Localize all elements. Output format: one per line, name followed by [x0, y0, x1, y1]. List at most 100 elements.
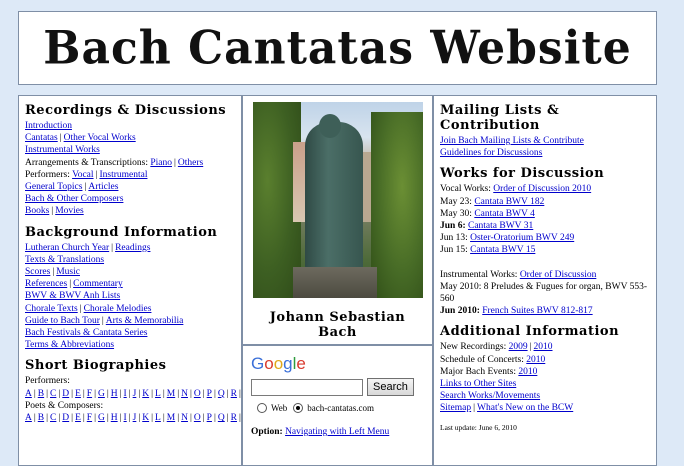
works-link[interactable]: Oster-Oratorium BWV 249	[470, 233, 574, 243]
label-major-events: Major Bach Events:	[440, 366, 516, 377]
composers-letter-c[interactable]: C	[50, 413, 56, 423]
composers-letter-k[interactable]: K	[142, 413, 149, 423]
link-instrumental-works[interactable]: Instrumental Works	[25, 145, 100, 155]
performers-letter-f[interactable]: F	[87, 389, 92, 399]
performers-letter-p[interactable]: P	[207, 389, 212, 399]
link-whats-new[interactable]: What's New on the BCW	[477, 403, 573, 413]
label-new-recordings: New Recordings:	[440, 342, 507, 353]
link-cantatas[interactable]: Cantatas	[25, 133, 58, 143]
composers-letter-i[interactable]: I	[124, 413, 127, 423]
link-movies[interactable]: Movies	[55, 206, 84, 216]
radio-site[interactable]	[293, 403, 304, 413]
performers-letter-m[interactable]: M	[167, 389, 175, 399]
performers-letter-d[interactable]: D	[62, 389, 69, 399]
link-music[interactable]: Music	[56, 267, 80, 277]
link-scores[interactable]: Scores	[25, 267, 50, 277]
link-search-works[interactable]: Search Works/Movements	[440, 391, 540, 401]
link-introduction[interactable]: Introduction	[25, 121, 72, 131]
composers-letter-b[interactable]: B	[38, 413, 44, 423]
option-label: Option:	[251, 427, 283, 437]
link-sitemap[interactable]: Sitemap	[440, 403, 471, 413]
performers-letter-o[interactable]: O	[194, 389, 201, 399]
link-terms-abbreviations[interactable]: Terms & Abbreviations	[25, 340, 114, 350]
composers-letter-r[interactable]: R	[231, 413, 237, 423]
composers-letter-a[interactable]: A	[25, 413, 32, 423]
last-update: Last update: June 6, 2010	[440, 422, 517, 432]
performers-letter-l[interactable]: L	[155, 389, 161, 399]
portrait-panel: Johann Sebastian Bach	[242, 95, 433, 345]
performers-letter-j[interactable]: J	[133, 389, 137, 399]
works-link[interactable]: Cantata BWV 4	[474, 209, 535, 219]
composers-letter-h[interactable]: H	[111, 413, 118, 423]
works-link[interactable]: Cantata BWV 31	[468, 221, 533, 231]
link-lutheran-church-year[interactable]: Lutheran Church Year	[25, 243, 109, 253]
link-readings[interactable]: Readings	[115, 243, 150, 253]
section-heading-background: Background Information	[25, 224, 218, 240]
works-list-item: Jun 15: Cantata BWV 15	[440, 244, 650, 256]
link-bach-other-composers[interactable]: Bach & Other Composers	[25, 194, 123, 204]
works-link[interactable]: Cantata BWV 182	[474, 197, 544, 207]
link-chorale-melodies[interactable]: Chorale Melodies	[84, 304, 152, 314]
search-button[interactable]: Search	[367, 378, 414, 396]
link-guide-bach-tour[interactable]: Guide to Bach Tour	[25, 316, 100, 326]
radio-web-label: Web	[271, 403, 288, 413]
performers-letter-h[interactable]: H	[111, 389, 118, 399]
performers-letter-g[interactable]: G	[98, 389, 105, 399]
performers-letter-a[interactable]: A	[25, 389, 32, 399]
link-order-discussion-2010[interactable]: Order of Discussion 2010	[493, 184, 591, 194]
radio-web[interactable]	[257, 403, 267, 413]
performers-letter-b[interactable]: B	[38, 389, 44, 399]
link-other-sites[interactable]: Links to Other Sites	[440, 379, 516, 389]
composers-letter-d[interactable]: D	[62, 413, 69, 423]
performers-letter-r[interactable]: R	[231, 389, 237, 399]
link-new-rec-2009[interactable]: 2009	[509, 342, 528, 352]
link-piano[interactable]: Piano	[150, 158, 172, 168]
performers-letter-n[interactable]: N	[181, 389, 188, 399]
section-heading-mailing: Mailing Lists & Contribution	[440, 103, 560, 133]
link-bwv-lists[interactable]: BWV & BWV Anh Lists	[25, 291, 120, 301]
link-new-rec-2010[interactable]: 2010	[534, 342, 553, 352]
composers-letter-l[interactable]: L	[155, 413, 161, 423]
link-arts-memorabilia[interactable]: Arts & Memorabilia	[106, 316, 184, 326]
composers-letter-j[interactable]: J	[133, 413, 137, 423]
link-commentary[interactable]: Commentary	[73, 279, 123, 289]
works-list-item: Jun 6: Cantata BWV 31	[440, 220, 650, 232]
composers-letter-g[interactable]: G	[98, 413, 105, 423]
composers-letter-o[interactable]: O	[194, 413, 201, 423]
performers-letter-e[interactable]: E	[75, 389, 81, 399]
composers-letter-e[interactable]: E	[75, 413, 81, 423]
performers-letter-q[interactable]: Q	[218, 389, 225, 399]
works-date: May 30:	[440, 208, 472, 219]
performers-letter-c[interactable]: C	[50, 389, 56, 399]
works-list-item: May 23: Cantata BWV 182	[440, 196, 650, 208]
link-navigating-left-menu[interactable]: Navigating with Left Menu	[285, 427, 389, 437]
link-major-2010[interactable]: 2010	[518, 367, 537, 377]
performers-letter-i[interactable]: I	[124, 389, 127, 399]
composers-letter-q[interactable]: Q	[218, 413, 225, 423]
link-order-discussion[interactable]: Order of Discussion	[520, 270, 597, 280]
link-join-mailing-lists[interactable]: Join Bach Mailing Lists & Contribute	[440, 136, 584, 146]
link-chorale-texts[interactable]: Chorale Texts	[25, 304, 78, 314]
link-general-topics[interactable]: General Topics	[25, 182, 82, 192]
link-vocal[interactable]: Vocal	[72, 170, 93, 180]
link-schedule-2010[interactable]: 2010	[526, 355, 545, 365]
link-texts-translations[interactable]: Texts & Translations	[25, 255, 104, 265]
link-guidelines[interactable]: Guidelines for Discussions	[440, 148, 542, 158]
composers-letter-f[interactable]: F	[87, 413, 92, 423]
link-books[interactable]: Books	[25, 206, 49, 216]
composers-letter-m[interactable]: M	[167, 413, 175, 423]
label-arrangements: Arrangements & Transcriptions:	[25, 157, 148, 168]
performers-letter-k[interactable]: K	[142, 389, 149, 399]
works-link[interactable]: Cantata BWV 15	[470, 245, 535, 255]
composers-letter-n[interactable]: N	[181, 413, 188, 423]
search-input[interactable]	[251, 378, 363, 396]
link-others[interactable]: Others	[178, 158, 203, 168]
link-references[interactable]: References	[25, 279, 67, 289]
link-instrumental[interactable]: Instrumental	[99, 170, 147, 180]
may-2010-text: May 2010: 8 Preludes & Fugues for organ,…	[440, 281, 648, 305]
link-other-vocal-works[interactable]: Other Vocal Works	[64, 133, 136, 143]
composers-letter-p[interactable]: P	[207, 413, 212, 423]
link-bach-festivals[interactable]: Bach Festivals & Cantata Series	[25, 328, 147, 338]
link-french-suites[interactable]: French Suites BWV 812-817	[482, 306, 592, 316]
link-articles[interactable]: Articles	[88, 182, 118, 192]
